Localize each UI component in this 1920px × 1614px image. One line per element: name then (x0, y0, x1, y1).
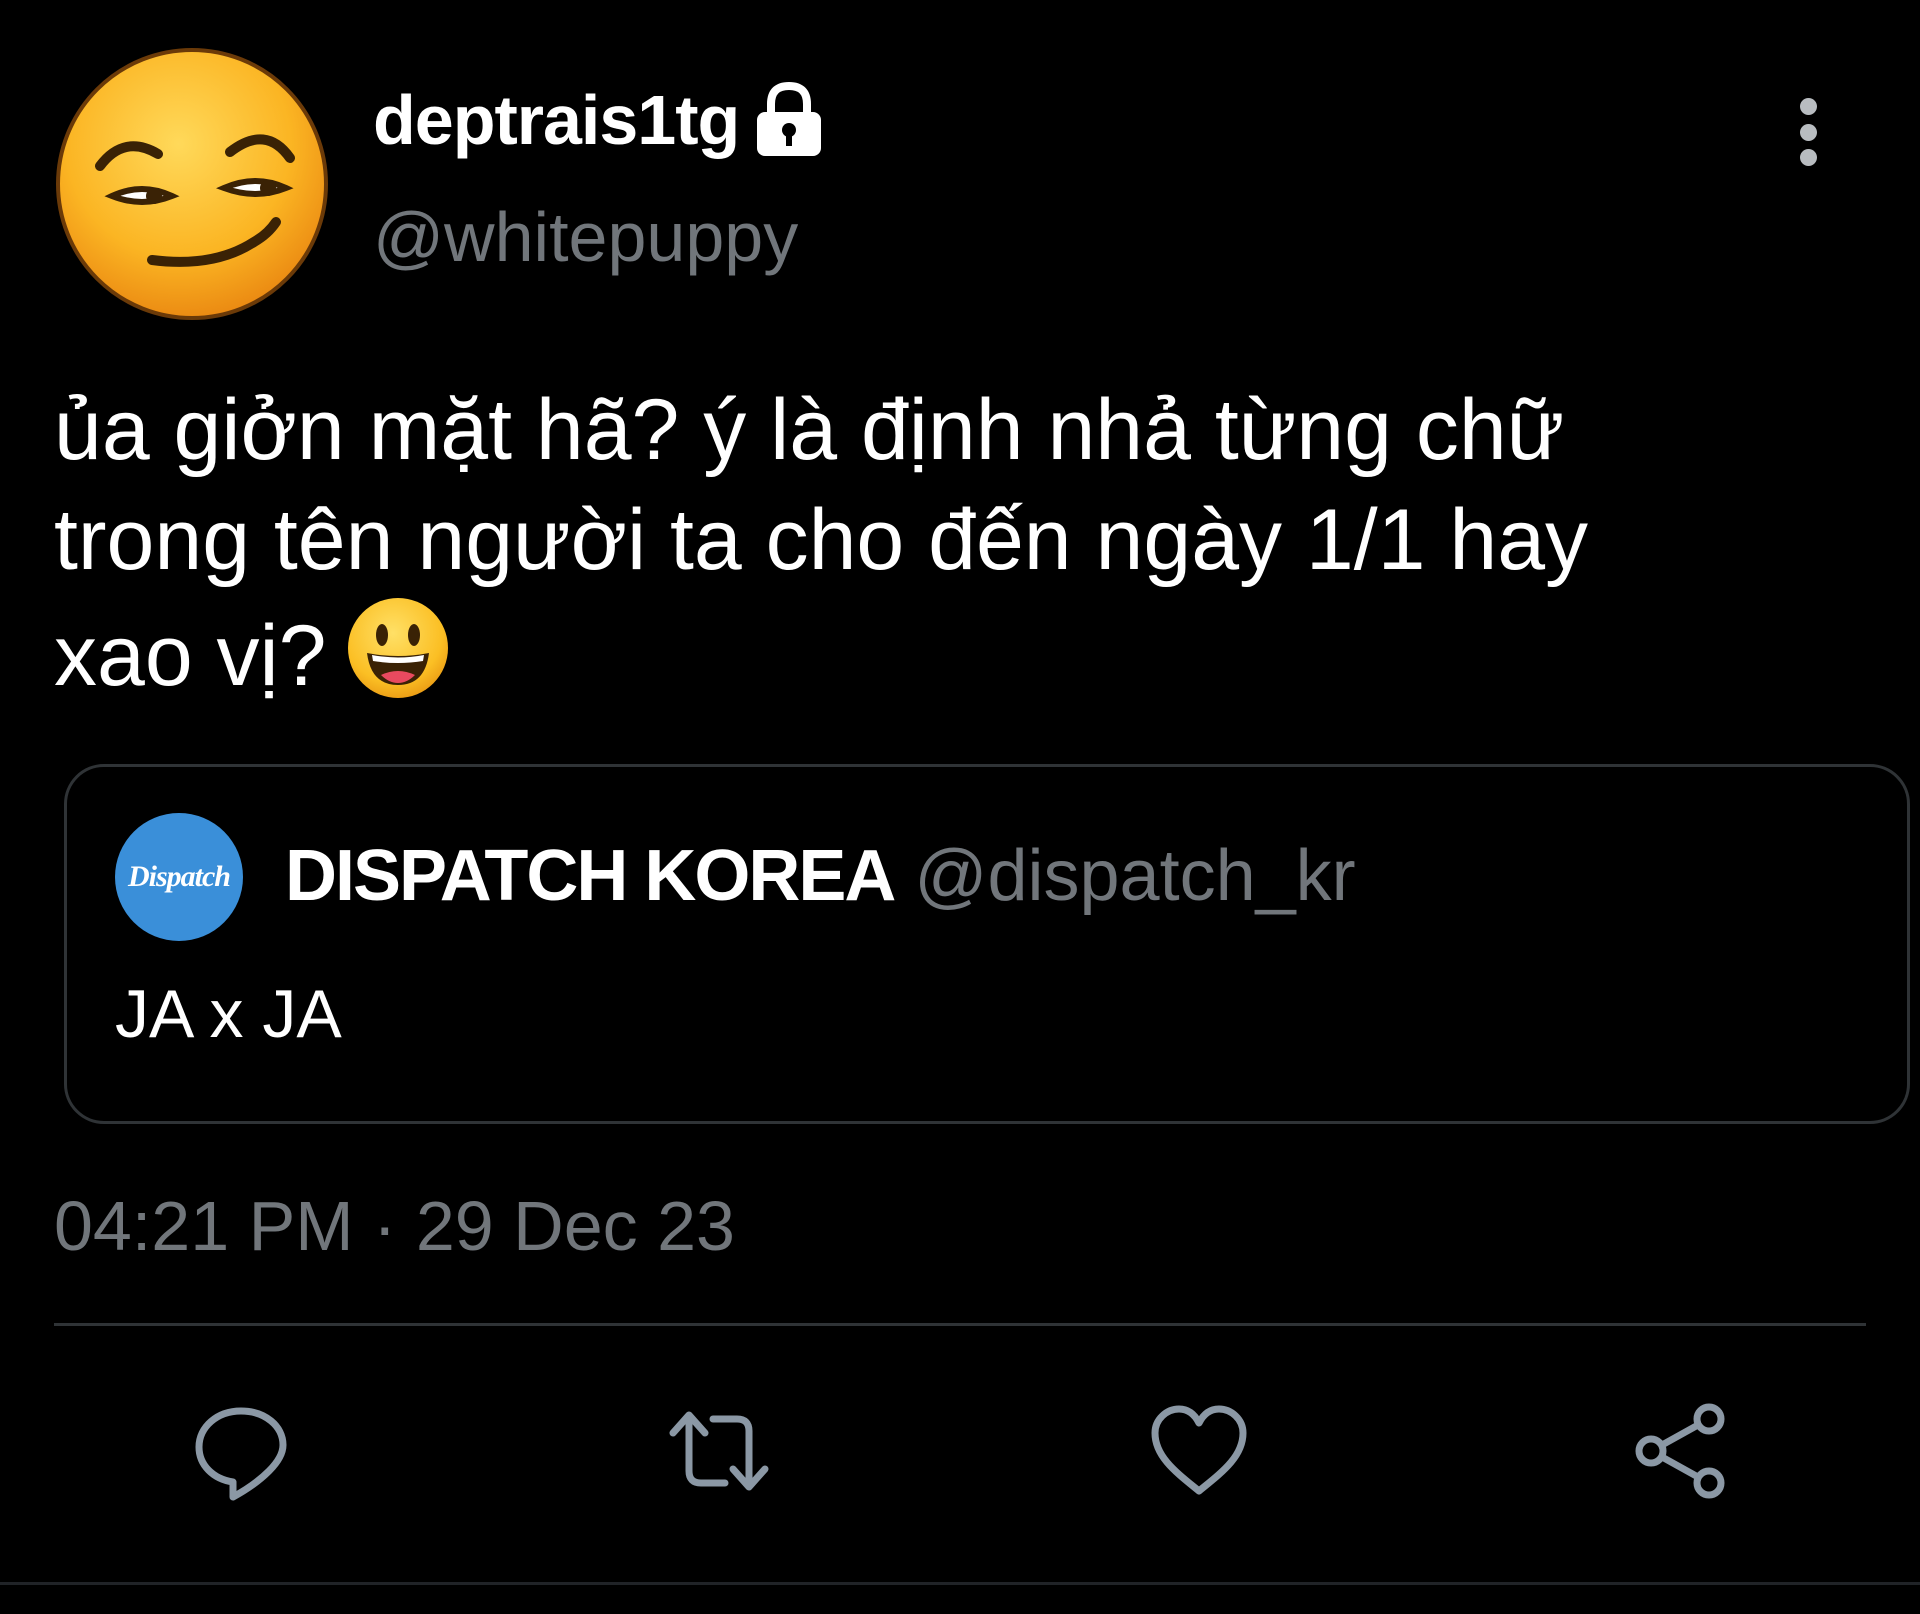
heart-icon (1151, 1405, 1247, 1495)
grinning-face-emoji-icon (347, 598, 448, 698)
quoted-author-avatar[interactable]: Dispatch (115, 813, 243, 941)
tweet-detail-page: deptrais1tg @whitepuppy ủa giởn mặt hã? … (0, 0, 1920, 1614)
reply-button[interactable] (186, 1396, 296, 1506)
like-button[interactable] (1144, 1396, 1254, 1506)
tweet-timestamp[interactable]: 04:21 PM · 29 Dec 23 (54, 1186, 735, 1266)
author-handle[interactable]: @whitepuppy (373, 197, 798, 277)
divider (54, 1323, 1866, 1326)
retweet-button[interactable] (664, 1396, 774, 1506)
reply-icon (195, 1407, 287, 1501)
quoted-author-name: DISPATCH KOREA (285, 836, 896, 916)
retweet-icon (669, 1411, 769, 1491)
lock-icon (757, 82, 822, 156)
more-dot-icon (1799, 123, 1817, 141)
tweet-text-line: ủa giởn mặt hã? ý là định nhả từng chữ (54, 382, 1565, 478)
quoted-tweet-card[interactable]: Dispatch DISPATCH KOREA @dispatch_kr JA … (64, 764, 1910, 1124)
share-button[interactable] (1626, 1396, 1736, 1506)
quoted-tweet-header: DISPATCH KOREA @dispatch_kr (285, 835, 1356, 917)
author-avatar[interactable] (54, 46, 330, 322)
more-dot-icon (1799, 149, 1817, 166)
bottom-divider (0, 1582, 1920, 1585)
tweet-text: ủa giởn mặt hã? ý là định nhả từng chữ t… (54, 375, 1774, 711)
dispatch-logo: Dispatch (127, 860, 231, 893)
more-options-button[interactable] (1780, 92, 1836, 172)
quoted-author-handle: @dispatch_kr (914, 836, 1356, 916)
author-display-name[interactable]: deptrais1tg (373, 80, 740, 160)
more-dot-icon (1799, 98, 1817, 115)
tweet-text-line: trong tên người ta cho đến ngày 1/1 hay (54, 492, 1589, 588)
tweet-text-line-last: xao vị? (54, 595, 1774, 711)
author-name-row: deptrais1tg (373, 80, 825, 160)
quoted-tweet-text: JA x JA (115, 976, 342, 1052)
share-icon (1635, 1403, 1725, 1499)
tweet-text-line: xao vị? (54, 608, 327, 704)
